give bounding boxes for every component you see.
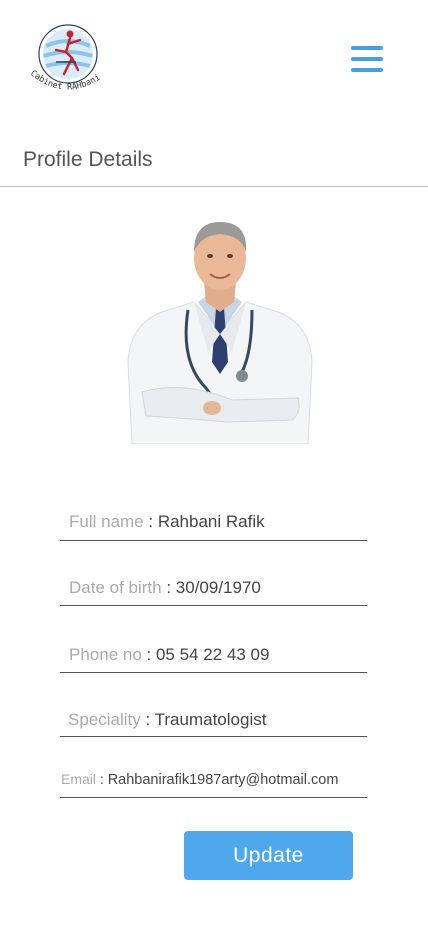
profile-photo <box>122 212 318 445</box>
doctor-photo <box>127 222 313 445</box>
email-label: Email <box>61 771 97 787</box>
email-field: Email : Rahbanirafik1987arty@hotmail.com <box>60 771 367 798</box>
full-name-field: Full name : Rahbani Rafik <box>60 512 367 541</box>
menu-button[interactable] <box>349 44 385 74</box>
speciality-label: Speciality <box>68 710 141 729</box>
date-of-birth-label: Date of birth <box>69 578 162 597</box>
speciality-field: Speciality : Traumatologist <box>60 710 367 737</box>
page-title: Profile Details <box>23 148 153 171</box>
title-divider <box>0 186 428 187</box>
email-value: Rahbanirafik1987arty@hotmail.com <box>107 772 339 788</box>
date-of-birth-value: 30/09/1970 <box>175 578 261 597</box>
full-name-value: Rahbani Rafik <box>157 512 265 531</box>
speciality-value: Traumatologist <box>154 710 267 729</box>
full-name-label: Full name <box>69 512 144 531</box>
date-of-birth-field: Date of birth : 30/09/1970 <box>60 578 367 606</box>
phone-label: Phone no <box>69 645 142 664</box>
phone-field: Phone no : 05 54 22 43 09 <box>60 645 367 673</box>
cabinet-logo: Cabinet RAHbani <box>26 22 112 98</box>
phone-value: 05 54 22 43 09 <box>155 645 270 664</box>
logo-icon: Cabinet RAHbani <box>28 24 102 93</box>
update-button[interactable]: Update <box>184 831 353 880</box>
